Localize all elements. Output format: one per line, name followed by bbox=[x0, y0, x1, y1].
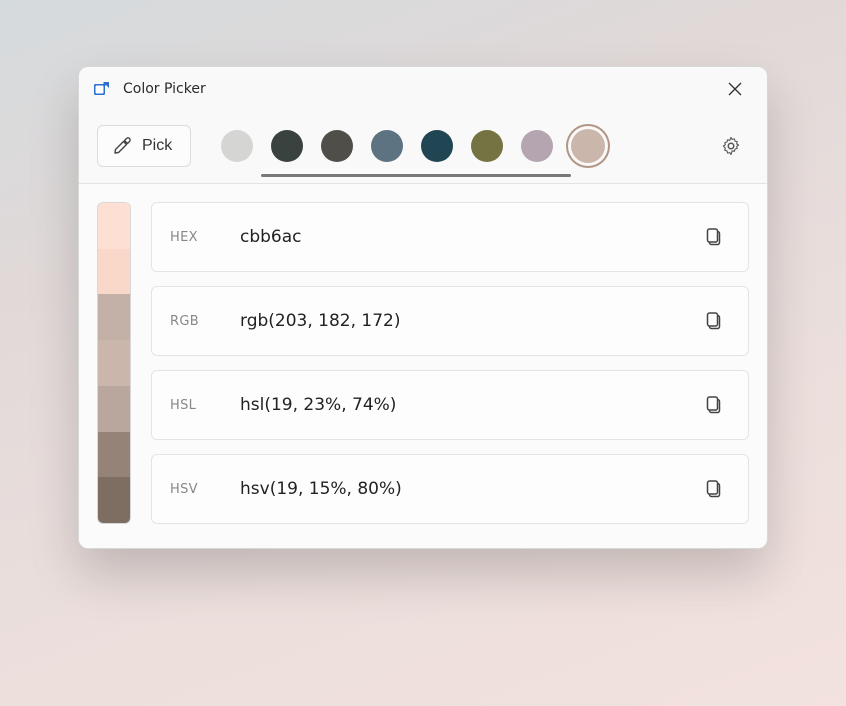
shade-swatch[interactable] bbox=[98, 249, 130, 295]
pick-button[interactable]: Pick bbox=[97, 125, 191, 167]
copy-button[interactable] bbox=[698, 389, 730, 421]
format-row-rgb[interactable]: RGBrgb(203, 182, 172) bbox=[151, 286, 749, 356]
history-swatch[interactable] bbox=[421, 130, 453, 162]
app-title: Color Picker bbox=[123, 81, 206, 97]
copy-button[interactable] bbox=[698, 305, 730, 337]
settings-button[interactable] bbox=[713, 128, 749, 164]
format-row-hsv[interactable]: HSVhsv(19, 15%, 80%) bbox=[151, 454, 749, 524]
titlebar[interactable]: Color Picker bbox=[79, 67, 767, 111]
format-row-hex[interactable]: HEXcbb6ac bbox=[151, 202, 749, 272]
history-swatch[interactable] bbox=[521, 130, 553, 162]
gear-icon bbox=[721, 136, 741, 156]
history-scrollbar[interactable] bbox=[261, 174, 571, 177]
toolbar: Pick bbox=[79, 111, 767, 184]
pick-button-label: Pick bbox=[142, 137, 172, 155]
history-swatch[interactable] bbox=[471, 130, 503, 162]
close-icon bbox=[728, 82, 742, 96]
history-swatch[interactable] bbox=[321, 130, 353, 162]
app-icon bbox=[93, 80, 111, 98]
format-value: rgb(203, 182, 172) bbox=[240, 311, 698, 331]
history-swatch[interactable] bbox=[221, 130, 253, 162]
close-button[interactable] bbox=[715, 73, 755, 105]
copy-icon bbox=[705, 479, 723, 499]
shade-swatch[interactable] bbox=[98, 203, 130, 249]
history-swatch[interactable] bbox=[271, 130, 303, 162]
format-label: RGB bbox=[170, 314, 240, 329]
format-value: cbb6ac bbox=[240, 227, 698, 247]
format-label: HEX bbox=[170, 230, 240, 245]
history-swatch[interactable] bbox=[571, 129, 605, 163]
content-area: HEXcbb6ac RGBrgb(203, 182, 172) HSLhsl(19,… bbox=[79, 184, 767, 548]
shade-swatch[interactable] bbox=[98, 477, 130, 523]
shade-strip[interactable] bbox=[97, 202, 131, 524]
color-history[interactable] bbox=[221, 129, 605, 163]
history-swatch[interactable] bbox=[371, 130, 403, 162]
shade-swatch[interactable] bbox=[98, 432, 130, 478]
copy-icon bbox=[705, 227, 723, 247]
shade-swatch[interactable] bbox=[98, 294, 130, 340]
shade-swatch[interactable] bbox=[98, 340, 130, 386]
format-value: hsv(19, 15%, 80%) bbox=[240, 479, 698, 499]
format-list: HEXcbb6ac RGBrgb(203, 182, 172) HSLhsl(19,… bbox=[151, 202, 749, 524]
format-label: HSV bbox=[170, 482, 240, 497]
color-picker-window: Color Picker Pick HEXcbb6ac RGB bbox=[78, 66, 768, 549]
format-label: HSL bbox=[170, 398, 240, 413]
shade-swatch[interactable] bbox=[98, 386, 130, 432]
copy-button[interactable] bbox=[698, 221, 730, 253]
eyedropper-icon bbox=[112, 136, 132, 156]
format-row-hsl[interactable]: HSLhsl(19, 23%, 74%) bbox=[151, 370, 749, 440]
format-value: hsl(19, 23%, 74%) bbox=[240, 395, 698, 415]
copy-icon bbox=[705, 395, 723, 415]
copy-button[interactable] bbox=[698, 473, 730, 505]
copy-icon bbox=[705, 311, 723, 331]
